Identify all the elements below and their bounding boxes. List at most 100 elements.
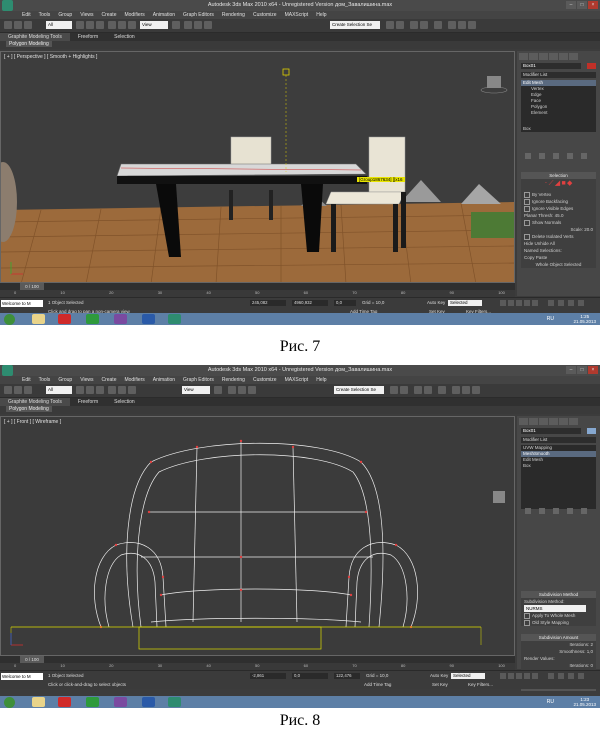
selection-filter-dropdown[interactable]: All	[46, 386, 72, 394]
set-key-button[interactable]: Set Key	[432, 682, 448, 687]
time-slider-thumb[interactable]: 0 / 100	[20, 656, 44, 663]
orbit-icon[interactable]	[578, 673, 584, 679]
create-tab-icon[interactable]	[519, 53, 528, 60]
render-setup-icon[interactable]	[452, 386, 460, 394]
subdivision-method-header[interactable]: Subdivision Method	[521, 591, 596, 598]
system-clock[interactable]: 1:23 21.05.2013	[573, 697, 596, 707]
scale-icon[interactable]	[128, 21, 136, 29]
opera-taskbar-icon[interactable]	[58, 314, 71, 324]
render-icon[interactable]	[472, 386, 480, 394]
region-select-icon[interactable]	[96, 386, 104, 394]
render-icon[interactable]	[468, 21, 476, 29]
configure-sets-icon[interactable]	[581, 153, 587, 159]
modifier-list-dropdown[interactable]: Modifier List	[521, 437, 596, 443]
layer-manager-icon[interactable]	[410, 21, 418, 29]
redo-icon[interactable]	[14, 386, 22, 394]
maxscript-listener[interactable]: Welcome to M	[1, 673, 43, 680]
y-coordinate-field[interactable]: 4960,932	[292, 300, 328, 306]
modify-tab-icon[interactable]	[529, 53, 538, 60]
planar-thresh-field[interactable]: Planar Thresh: 45.0	[521, 212, 596, 219]
by-vertex-checkbox[interactable]: By Vertex	[521, 191, 596, 198]
make-unique-icon[interactable]	[553, 508, 559, 514]
rotate-icon[interactable]	[118, 386, 126, 394]
system-clock[interactable]: 1:25 21.05.2013	[573, 314, 596, 324]
auto-key-button[interactable]: Auto Key	[427, 300, 445, 305]
menu-customize[interactable]: Customize	[249, 376, 281, 384]
start-button[interactable]	[4, 697, 15, 708]
menu-tools[interactable]: Tools	[35, 376, 55, 384]
zoom-icon[interactable]	[548, 300, 554, 306]
maxscript-listener[interactable]: Welcome to M	[1, 300, 43, 307]
select-by-name-icon[interactable]	[86, 21, 94, 29]
show-normals-checkbox[interactable]: Show Normals	[521, 219, 596, 226]
opera-taskbar-icon[interactable]	[58, 697, 71, 707]
object-name-field[interactable]: Box01	[521, 428, 581, 434]
modifier-list-dropdown[interactable]: Modifier List	[521, 72, 596, 78]
menu-help[interactable]: Help	[312, 11, 330, 19]
utorrent-taskbar-icon[interactable]	[86, 697, 99, 707]
mirror-icon[interactable]	[386, 21, 394, 29]
percent-snap-icon[interactable]	[204, 21, 212, 29]
show-end-result-icon[interactable]	[539, 508, 545, 514]
snap-icon[interactable]	[228, 386, 236, 394]
close-button[interactable]: ×	[588, 366, 598, 374]
word-taskbar-icon[interactable]	[142, 314, 155, 324]
tab-graphite-modeling-tools[interactable]: Graphite Modeling Tools	[0, 33, 70, 41]
3dsmax-taskbar-icon[interactable]	[168, 697, 181, 707]
menu-group[interactable]: Group	[54, 11, 76, 19]
menu-views[interactable]: Views	[76, 376, 97, 384]
ignore-visible-edges-checkbox[interactable]: Ignore Visible Edges	[521, 205, 596, 212]
scale-icon[interactable]	[128, 386, 136, 394]
select-object-icon[interactable]	[76, 386, 84, 394]
menu-help[interactable]: Help	[312, 376, 330, 384]
ignore-backfacing-checkbox[interactable]: Ignore Backfacing	[521, 198, 596, 205]
go-to-start-icon[interactable]	[500, 673, 506, 679]
create-tab-icon[interactable]	[519, 418, 528, 425]
snap-icon[interactable]	[184, 21, 192, 29]
previous-frame-icon[interactable]	[508, 673, 514, 679]
close-button[interactable]: ×	[588, 1, 598, 9]
pan-icon[interactable]	[568, 673, 574, 679]
front-viewport[interactable]: [ + ] [ Front ] [ Wireframe ]	[0, 416, 515, 656]
rotate-icon[interactable]	[118, 21, 126, 29]
time-slider[interactable]: 0 / 100	[0, 656, 515, 663]
object-color-swatch[interactable]	[587, 428, 596, 434]
utorrent-taskbar-icon[interactable]	[86, 314, 99, 324]
face-mode-icon[interactable]: ◢	[555, 180, 560, 187]
display-tab-icon[interactable]	[559, 53, 568, 60]
menu-animation[interactable]: Animation	[149, 11, 179, 19]
start-button[interactable]	[4, 314, 15, 325]
menu-modifiers[interactable]: Modifiers	[120, 11, 148, 19]
key-mode-dropdown[interactable]: Selected	[451, 673, 485, 679]
motion-tab-icon[interactable]	[549, 418, 558, 425]
named-selection-dropdown[interactable]: Create Selection Se	[334, 386, 384, 394]
language-indicator[interactable]: RU	[547, 699, 554, 705]
next-frame-icon[interactable]	[524, 300, 530, 306]
tab-selection[interactable]: Selection	[106, 398, 143, 406]
pivot-icon[interactable]	[172, 21, 180, 29]
curve-editor-icon[interactable]	[420, 21, 428, 29]
minimize-button[interactable]: –	[566, 1, 576, 9]
curve-editor-icon[interactable]	[424, 386, 432, 394]
menu-modifiers[interactable]: Modifiers	[120, 376, 148, 384]
normals-scale-field[interactable]: Scale: 20.0	[521, 226, 596, 233]
named-selection-dropdown[interactable]: Create Selection Se	[330, 21, 380, 29]
remove-modifier-icon[interactable]	[567, 153, 573, 159]
zoom-all-icon[interactable]	[558, 300, 564, 306]
subdivision-method-dropdown[interactable]: NURMS	[524, 605, 586, 612]
menu-maxscript[interactable]: MAXScript	[281, 11, 313, 19]
go-to-end-icon[interactable]	[532, 673, 538, 679]
pin-stack-icon[interactable]	[525, 153, 531, 159]
time-slider-thumb[interactable]: 0 / 100	[20, 283, 44, 290]
winrar-taskbar-icon[interactable]	[114, 697, 127, 707]
configure-sets-icon[interactable]	[581, 508, 587, 514]
time-slider[interactable]: 0 / 100	[0, 283, 515, 290]
track-bar[interactable]: 0 10 20 30 40 50 60 70 80 90 100	[0, 290, 515, 297]
object-name-field[interactable]: Box01	[521, 63, 581, 69]
menu-maxscript[interactable]: MAXScript	[281, 376, 313, 384]
pan-icon[interactable]	[568, 300, 574, 306]
next-frame-icon[interactable]	[524, 673, 530, 679]
material-editor-icon[interactable]	[434, 21, 442, 29]
menu-rendering[interactable]: Rendering	[218, 11, 249, 19]
explorer-taskbar-icon[interactable]	[32, 697, 45, 707]
